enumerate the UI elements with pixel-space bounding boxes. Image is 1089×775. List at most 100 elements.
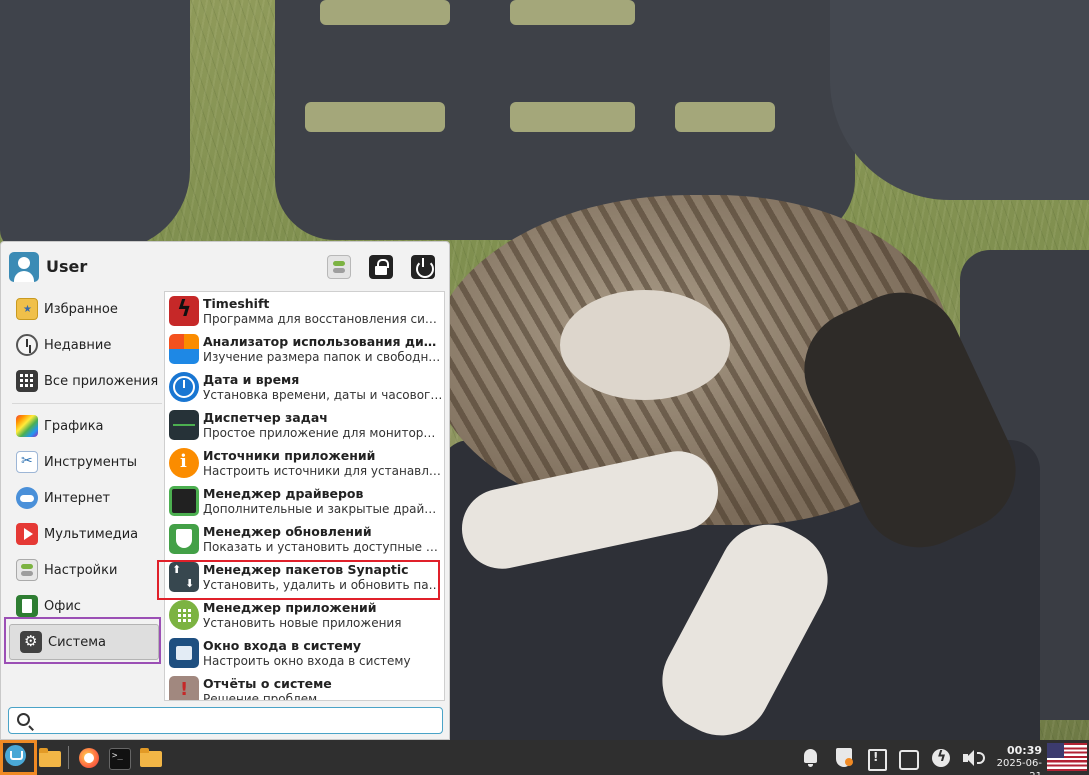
clock-icon [169, 372, 199, 402]
app-item-system-reports[interactable]: Отчёты о системеРешение проблем [165, 672, 444, 701]
system-reports-icon [169, 676, 199, 700]
app-item-driver-manager[interactable]: Менеджер драйверов Дополнительные и закры… [165, 482, 444, 520]
search-icon [17, 713, 30, 726]
category-label: Инструменты [44, 454, 138, 470]
system-settings-button[interactable] [327, 255, 351, 279]
show-desktop-button[interactable] [38, 745, 64, 771]
app-name: Менеджер обновлений [203, 523, 372, 539]
category-label: Графика [44, 418, 104, 434]
disk-usage-icon [169, 334, 199, 364]
app-name: Окно входа в систему [203, 637, 362, 653]
category-label: Офис [44, 598, 81, 614]
category-label: Интернет [44, 490, 111, 506]
category-internet[interactable]: Интернет [6, 480, 161, 516]
terminal-launcher-icon[interactable] [107, 745, 133, 771]
category-favorites[interactable]: Избранное [6, 291, 161, 327]
category-label: Настройки [44, 562, 118, 578]
lock-screen-button[interactable] [369, 255, 393, 279]
notifications-icon[interactable] [800, 747, 822, 769]
category-label: Избранное [44, 301, 118, 317]
category-label: Все приложения [44, 373, 159, 389]
tools-icon [16, 451, 38, 473]
category-label: Мультимедиа [44, 526, 139, 542]
app-name: Отчёты о системе [203, 675, 332, 691]
menu-header: User [1, 242, 449, 290]
category-graphics[interactable]: Графика [6, 408, 161, 444]
user-avatar-icon[interactable] [9, 252, 39, 282]
category-divider [12, 403, 162, 404]
clock-date: 2025-06-21 [996, 758, 1042, 775]
synaptic-icon [169, 562, 199, 592]
app-description: Программа для восстановления сис… [203, 311, 443, 326]
recent-icon [16, 334, 38, 356]
user-name[interactable]: User [46, 257, 87, 276]
app-description: Установить новые приложения [203, 615, 402, 630]
app-name: Менеджер приложений [203, 599, 377, 615]
app-description: Настроить окно входа в систему [203, 653, 411, 668]
app-item-software-manager[interactable]: Менеджер приложений Установить новые прил… [165, 596, 444, 634]
system-icon [20, 631, 42, 653]
category-system[interactable]: Система [9, 624, 159, 660]
category-multimedia[interactable]: Мультимедиа [6, 516, 161, 552]
start-menu: User Избранное Недавние Все приложения Г… [0, 241, 450, 740]
search-box[interactable] [8, 707, 443, 734]
firefox-launcher-icon[interactable] [77, 745, 103, 771]
category-list: Избранное Недавние Все приложения График… [6, 291, 162, 660]
category-tools[interactable]: Инструменты [6, 444, 161, 480]
taskbar: 00:39 2025-06-21 [0, 740, 1089, 775]
login-window-icon [169, 638, 199, 668]
internet-icon [16, 487, 38, 509]
app-description: Решение проблем [203, 691, 318, 701]
clipboard-icon[interactable] [865, 747, 887, 771]
search-input[interactable] [39, 710, 437, 731]
multimedia-icon [16, 523, 38, 545]
app-description: Установка времени, даты и часовог… [203, 387, 443, 402]
settings-icon [16, 559, 38, 581]
taskbar-separator [68, 746, 69, 769]
clock[interactable]: 00:39 2025-06-21 [990, 744, 1042, 775]
app-description: Дополнительные и закрытые драй… [203, 501, 437, 516]
app-description: Показать и установить доступные о… [203, 539, 443, 554]
keyboard-layout-flag-icon[interactable] [1047, 743, 1087, 771]
app-item-update-manager[interactable]: Менеджер обновлений Показать и установить… [165, 520, 444, 558]
category-office[interactable]: Офис [6, 588, 161, 624]
file-manager-launcher-icon[interactable] [139, 745, 165, 771]
app-name: Дата и время [203, 371, 300, 387]
update-shield-icon[interactable] [833, 747, 855, 769]
app-name: Источники приложений [203, 447, 376, 463]
clock-time: 00:39 [1006, 744, 1042, 757]
app-item-date-time[interactable]: Дата и время Установка времени, даты и ча… [165, 368, 444, 406]
all-apps-icon [16, 370, 38, 392]
app-item-timeshift[interactable]: TimeshiftПрограмма для восстановления си… [165, 292, 444, 330]
app-description: Простое приложение для монитор… [203, 425, 436, 440]
app-item-software-sources[interactable]: Источники приложенийНастроить источники … [165, 444, 444, 482]
app-name: Менеджер пакетов Synaptic [203, 561, 409, 577]
category-recent[interactable]: Недавние [6, 327, 161, 363]
app-item-synaptic[interactable]: Менеджер пакетов SynapticУстановить, уда… [165, 558, 444, 596]
app-description: Изучение размера папок и свободн… [203, 349, 441, 364]
power-manager-icon[interactable] [930, 747, 952, 769]
app-item-login-window[interactable]: Окно входа в систему Настроить окно входа… [165, 634, 444, 672]
favorites-icon [16, 298, 38, 320]
app-name: Диспетчер задач [203, 409, 328, 425]
category-all-apps[interactable]: Все приложения [6, 363, 161, 399]
app-name: Timeshift [203, 295, 270, 311]
category-settings[interactable]: Настройки [6, 552, 161, 588]
task-manager-icon [169, 410, 199, 440]
app-description: Установить, удалить и обновить пак… [203, 577, 443, 592]
mint-logo-icon [5, 745, 26, 766]
category-label: Система [48, 634, 107, 650]
app-item-disk-usage[interactable]: Анализатор использования дисков Изучение … [165, 330, 444, 368]
software-sources-icon [169, 448, 199, 478]
category-label: Недавние [44, 337, 112, 353]
app-item-task-manager[interactable]: Диспетчер задач Простое приложение для мо… [165, 406, 444, 444]
logout-button[interactable] [411, 255, 435, 279]
app-name: Анализатор использования дисков [203, 333, 443, 349]
workspace-icon[interactable] [897, 747, 919, 770]
volume-wave-icon [977, 752, 985, 764]
update-manager-icon [169, 524, 199, 554]
app-description: Настроить источники для устанавл… [203, 463, 441, 478]
start-menu-button[interactable] [0, 740, 37, 775]
graphics-icon [16, 415, 38, 437]
driver-manager-icon [169, 486, 199, 516]
